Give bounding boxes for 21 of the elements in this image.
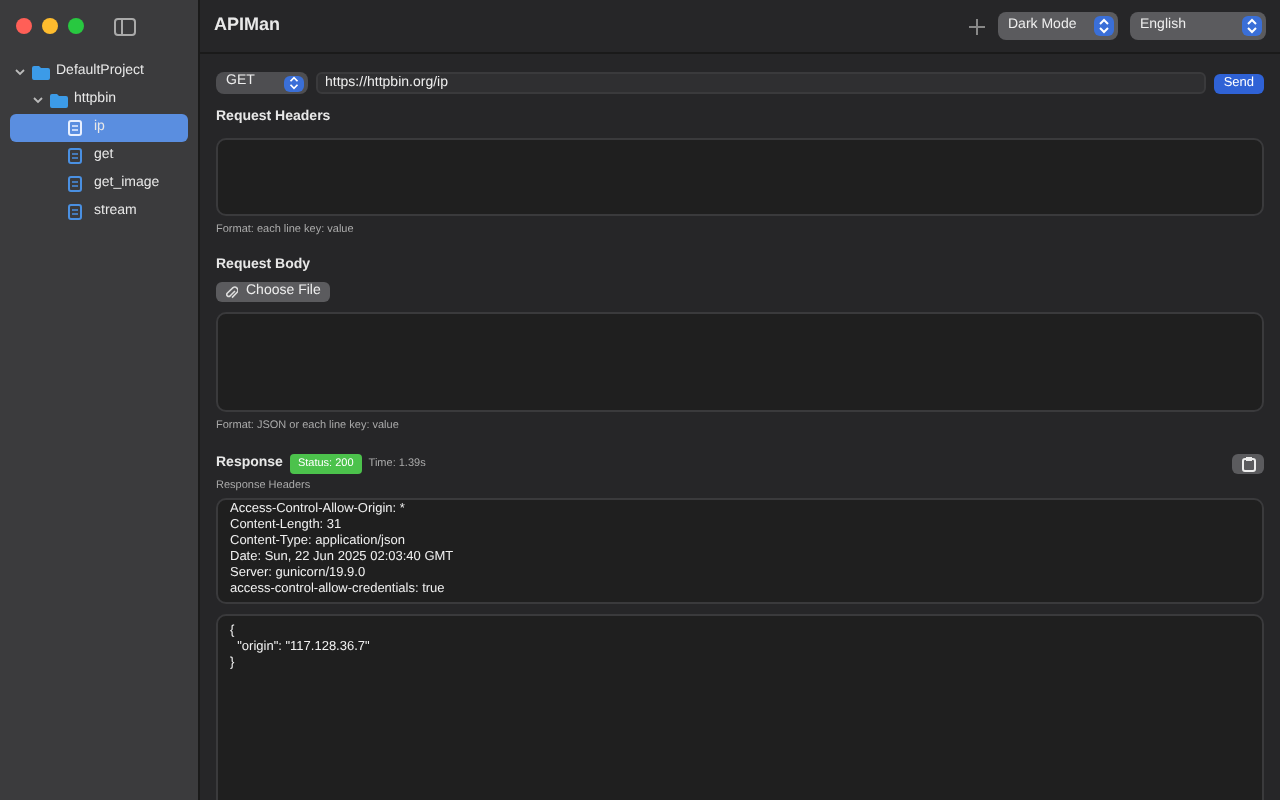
document-icon: [68, 204, 82, 220]
document-icon: [68, 120, 82, 136]
add-icon[interactable]: [968, 17, 986, 35]
zoom-button[interactable]: [68, 18, 84, 34]
stepper-arrows-icon: [284, 75, 304, 91]
chevron-icon[interactable]: [32, 94, 44, 106]
document-icon: [68, 176, 82, 192]
sidebar-toggle-icon[interactable]: [114, 17, 136, 35]
body-input[interactable]: [216, 312, 1264, 413]
chevron-icon[interactable]: [14, 66, 26, 78]
close-button[interactable]: [16, 18, 32, 34]
stepper-arrows-icon: [1094, 16, 1114, 36]
document-icon: [68, 148, 82, 164]
window-title: APIMan: [214, 12, 281, 39]
headers-input[interactable]: [216, 137, 1264, 215]
copy-button[interactable]: [1232, 453, 1264, 474]
folder-icon: [32, 65, 50, 79]
stepper-arrows-icon: [1242, 16, 1262, 36]
minimize-button[interactable]: [42, 18, 58, 34]
folder-icon: [50, 93, 68, 107]
paperclip-icon: [226, 285, 238, 300]
